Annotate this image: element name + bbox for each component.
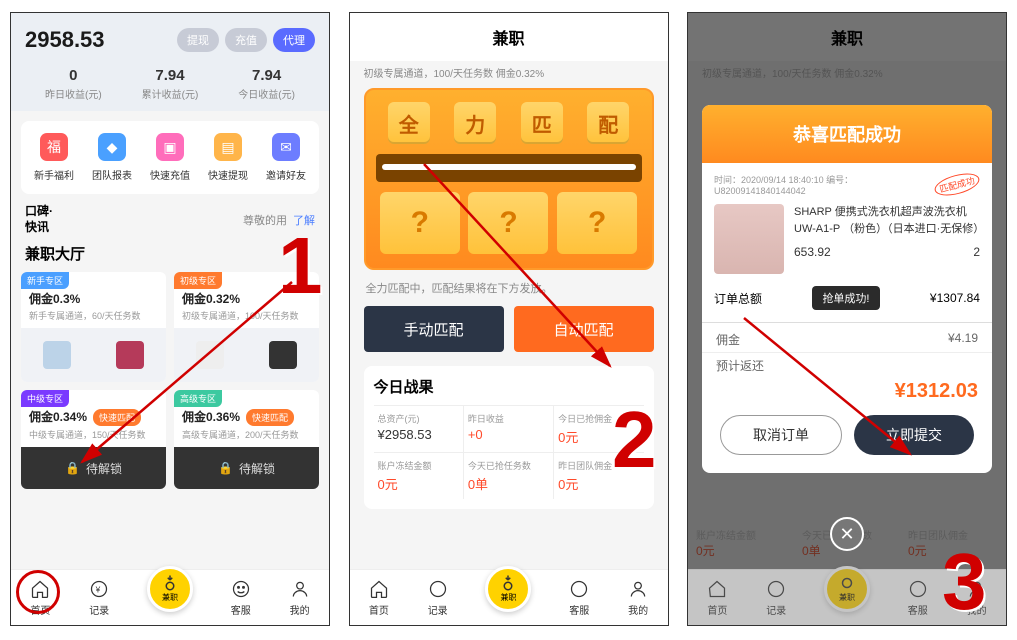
nav-center[interactable]: 兼职 <box>147 566 193 612</box>
lock-icon: 🔒 <box>65 461 80 475</box>
agent-pill[interactable]: 代理 <box>273 28 315 52</box>
hero-char: 力 <box>454 102 496 144</box>
question-box: ? <box>557 192 637 254</box>
product-price: 653.92 <box>794 243 831 261</box>
card-mid[interactable]: 中级专区 佣金0.34%快速匹配中级专属通道，150/天任务数 🔒待解锁 <box>21 390 166 489</box>
nav-home[interactable]: 首页 <box>368 578 390 617</box>
nav-mine[interactable]: 我的 <box>289 578 311 617</box>
stat-today: 7.94今日收益(元) <box>238 67 295 101</box>
balance-amount: 2958.53 <box>25 27 105 53</box>
menu-invite[interactable]: ✉邀请好友 <box>266 133 306 182</box>
menu-withdraw[interactable]: ▤快速提现 <box>208 133 248 182</box>
svg-text:¥: ¥ <box>95 584 101 594</box>
lock-bar: 🔒待解锁 <box>174 447 319 489</box>
lock-bar: 🔒待解锁 <box>21 447 166 489</box>
nav-center[interactable]: 兼职 <box>824 566 870 612</box>
question-box: ? <box>468 192 548 254</box>
menu-deposit[interactable]: ▣快速充值 <box>150 133 190 182</box>
annotation-step-1: 1 <box>278 220 323 312</box>
nav-service[interactable]: 客服 <box>907 578 929 617</box>
nav-record[interactable]: 记录 <box>765 578 787 617</box>
nav-service[interactable]: 客服 <box>568 578 590 617</box>
today-result: 今日战果 总资产(元)¥2958.53 昨日收益+0 今日已抢佣金0元 账户冻结… <box>364 366 654 509</box>
match-hero: 全 力 匹 配 ? ? ? <box>364 88 654 270</box>
cancel-order-button[interactable]: 取消订单 <box>720 415 842 455</box>
product-image <box>714 204 784 274</box>
slot-bar <box>376 154 642 182</box>
balance-panel: 2958.53 提现 充值 代理 0昨日收益(元) 7.94累计收益(元) 7.… <box>11 13 329 111</box>
hall-title: 兼职大厅 <box>25 243 315 264</box>
modal-title: 恭喜匹配成功 <box>702 105 992 163</box>
submit-order-button[interactable]: 立即提交 <box>854 415 974 455</box>
product-title: SHARP 便携式洗衣机超声波洗衣机 UW-A1-P （粉色）（日本进口·无保修… <box>794 204 980 237</box>
nav-center[interactable]: 兼职 <box>485 566 531 612</box>
page-title: 兼职 <box>350 13 668 61</box>
channel-desc: 初级专属通道，100/天任务数 佣金0.32% <box>350 65 668 80</box>
bottom-nav: 首页 记录 兼职 客服 我的 <box>350 569 668 625</box>
nav-service[interactable]: 客服 <box>230 578 252 617</box>
lock-icon: 🔒 <box>218 461 233 475</box>
nav-home[interactable]: 首页 <box>706 578 728 617</box>
quick-menu: 福新手福利 ◆团队报表 ▣快速充值 ▤快速提现 ✉邀请好友 <box>21 121 319 194</box>
grab-success-badge: 抢单成功! <box>812 286 879 310</box>
screen-3: 兼职 初级专属通道，100/天任务数 佣金0.32% 账户冻结金额0元 今天已抢… <box>687 12 1007 626</box>
order-total-label: 订单总额 <box>714 290 762 307</box>
nav-mine[interactable]: 我的 <box>627 578 649 617</box>
match-success-modal: 恭喜匹配成功 时间：2020/09/14 18:40:10 编号： U82009… <box>702 105 992 473</box>
hero-char: 全 <box>388 102 430 144</box>
question-box: ? <box>380 192 460 254</box>
withdraw-pill[interactable]: 提现 <box>177 28 219 52</box>
auto-match-button[interactable]: 自动匹配 <box>514 306 654 352</box>
order-meta: 时间：2020/09/14 18:40:10 编号： U820091418401… <box>702 163 992 196</box>
deposit-pill[interactable]: 充值 <box>225 28 267 52</box>
menu-welfare[interactable]: 福新手福利 <box>34 133 74 182</box>
hero-char: 匹 <box>521 102 563 144</box>
expected-return: ¥1312.03 <box>702 378 992 415</box>
card-newbie[interactable]: 新手专区 佣金0.3%新手专属通道，60/天任务数 <box>21 272 166 382</box>
annotation-step-3: 3 <box>942 536 987 628</box>
annotation-step-2: 2 <box>612 394 657 486</box>
brand-bar: 口碑·快讯 尊敬的用了解 <box>25 204 315 235</box>
match-note: 全力匹配中，匹配结果将在下方发放。 <box>366 280 652 296</box>
manual-match-button[interactable]: 手动匹配 <box>364 306 504 352</box>
menu-team[interactable]: ◆团队报表 <box>92 133 132 182</box>
hero-char: 配 <box>587 102 629 144</box>
product-qty: 2 <box>973 243 980 261</box>
stat-yesterday: 0昨日收益(元) <box>45 67 102 101</box>
nav-record[interactable]: 记录 <box>427 578 449 617</box>
nav-record[interactable]: ¥记录 <box>88 578 110 617</box>
close-modal-button[interactable]: ✕ <box>830 517 864 551</box>
screen-1: 2958.53 提现 充值 代理 0昨日收益(元) 7.94累计收益(元) 7.… <box>10 12 330 626</box>
stat-total: 7.94累计收益(元) <box>142 67 199 101</box>
screen-2: 兼职 初级专属通道，100/天任务数 佣金0.32% 全 力 匹 配 ? ? ?… <box>349 12 669 626</box>
card-high[interactable]: 高级专区 佣金0.36%快速匹配高级专属通道，200/天任务数 🔒待解锁 <box>174 390 319 489</box>
product-row: SHARP 便携式洗衣机超声波洗衣机 UW-A1-P （粉色）（日本进口·无保修… <box>702 196 992 282</box>
order-total-value: ¥1307.84 <box>930 291 980 305</box>
annotation-circle <box>16 570 60 614</box>
